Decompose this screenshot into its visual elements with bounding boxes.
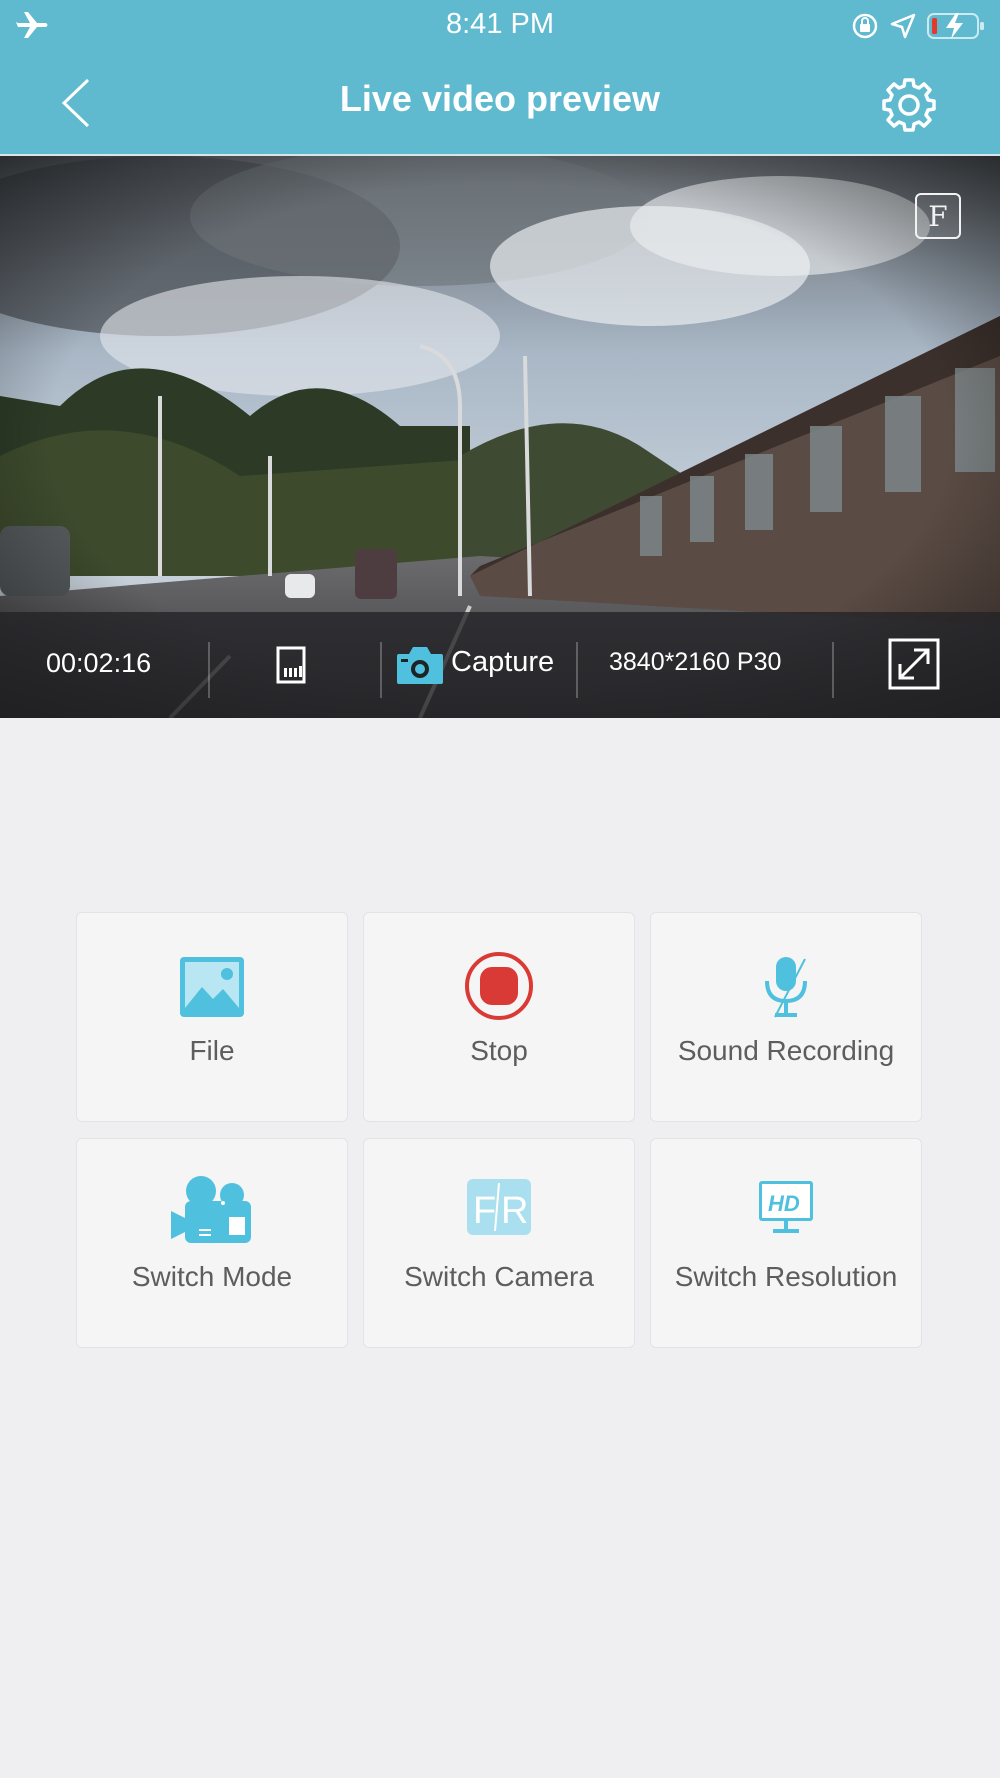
divider: [380, 642, 382, 698]
live-video-view[interactable]: F 00:02:16 Capture 3840*2160 P30: [0, 156, 1000, 718]
microphone-icon: [765, 957, 807, 1018]
resolution-readout: 3840*2160 P30: [609, 648, 782, 676]
stop-record-icon: [465, 952, 533, 1020]
sound-recording-label: Sound Recording: [677, 1035, 895, 1066]
status-bar: 8:41 PM: [0, 0, 1000, 50]
capture-camera-icon[interactable]: [395, 644, 445, 686]
sd-card-icon[interactable]: [274, 646, 308, 684]
image-gallery-icon: [180, 957, 244, 1017]
location-icon: [890, 13, 916, 39]
battery-charging-icon: [927, 13, 984, 39]
video-control-bar: 00:02:16 Capture 3840*2160 P30: [0, 612, 1000, 718]
video-camera-icon: [171, 1176, 251, 1243]
capture-button[interactable]: Capture: [451, 646, 554, 679]
svg-text:F: F: [473, 1190, 496, 1232]
divider: [208, 642, 210, 698]
file-label: File: [189, 1035, 235, 1066]
front-rear-camera-icon: F R: [467, 1179, 531, 1235]
fullscreen-expand-icon[interactable]: [888, 638, 940, 690]
hd-monitor-icon: HD: [759, 1181, 813, 1233]
svg-text:R: R: [501, 1190, 528, 1232]
sound-recording-button[interactable]: Sound Recording: [650, 912, 922, 1122]
divider: [576, 642, 578, 698]
switch-resolution-button[interactable]: HD Switch Resolution: [650, 1138, 922, 1348]
settings-gear-icon[interactable]: [878, 74, 940, 136]
switch-mode-button[interactable]: Switch Mode: [76, 1138, 348, 1348]
switch-resolution-label: Switch Resolution: [674, 1261, 898, 1292]
svg-text:HD: HD: [768, 1191, 800, 1216]
stop-button[interactable]: Stop: [363, 912, 635, 1122]
page-title: Live video preview: [339, 78, 661, 119]
divider: [832, 642, 834, 698]
file-button[interactable]: File: [76, 912, 348, 1122]
camera-front-badge[interactable]: F: [915, 193, 961, 239]
switch-mode-label: Switch Mode: [131, 1261, 293, 1292]
recording-timer: 00:02:16: [46, 648, 152, 678]
switch-camera-button[interactable]: F R Switch Camera: [363, 1138, 635, 1348]
app-header: 8:41 PM Live video preview: [0, 0, 1000, 154]
orientation-lock-icon: [852, 13, 878, 39]
switch-camera-label: Switch Camera: [404, 1261, 594, 1292]
stop-label: Stop: [470, 1035, 528, 1066]
